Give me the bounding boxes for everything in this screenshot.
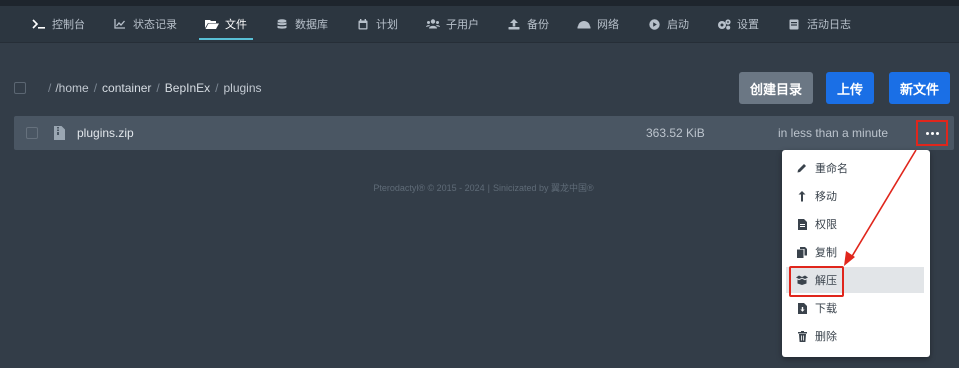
nav-item-schedules[interactable]: 计划 — [342, 6, 412, 42]
nav-item-label: 活动日志 — [807, 19, 851, 31]
breadcrumb-home[interactable]: /home — [55, 81, 88, 95]
file-options-button[interactable] — [916, 120, 948, 146]
nav-item-label: 子用户 — [446, 19, 479, 31]
chart-line-icon — [113, 18, 127, 30]
breadcrumb-separator: / — [93, 81, 98, 95]
nav-item-databases[interactable]: 数据库 — [261, 6, 342, 42]
upload-icon — [507, 18, 521, 30]
breadcrumb-plugins: plugins — [223, 81, 262, 95]
cogs-icon — [717, 18, 731, 30]
nav-item-label: 状态记录 — [133, 19, 177, 31]
nav-item-label: 控制台 — [52, 19, 85, 31]
menu-item-label: 权限 — [815, 219, 837, 231]
nav-item-label: 文件 — [225, 19, 247, 31]
create-directory-button[interactable]: 创建目录 — [739, 72, 813, 104]
nav-item-stats[interactable]: 状态记录 — [99, 6, 191, 42]
file-toolbar: / /home / container / BepInEx / plugins … — [14, 72, 954, 104]
menu-item-label: 重命名 — [815, 163, 848, 175]
nav-item-backups[interactable]: 备份 — [493, 6, 563, 42]
nav-item-label: 启动 — [667, 19, 689, 31]
nav-item-console[interactable]: 控制台 — [18, 6, 99, 42]
level-up-icon — [796, 190, 808, 202]
new-file-button[interactable]: 新文件 — [889, 72, 950, 104]
database-icon — [275, 18, 289, 30]
pencil-icon — [796, 162, 808, 174]
file-modified: in less than a minute — [778, 126, 889, 140]
calendar-icon — [356, 18, 370, 30]
menu-item-copy[interactable]: 复制 — [786, 239, 924, 265]
menu-item-label: 移动 — [815, 191, 837, 203]
annotation-highlight-box — [789, 266, 844, 297]
nav-item-network[interactable]: 网络 — [563, 6, 633, 42]
play-circle-icon — [647, 18, 661, 30]
breadcrumb-container[interactable]: container — [102, 81, 151, 95]
menu-item-move[interactable]: 移动 — [786, 183, 924, 209]
nav-item-settings[interactable]: 设置 — [703, 6, 773, 42]
users-icon — [426, 18, 440, 30]
file-archive-icon — [54, 126, 65, 140]
log-icon — [787, 18, 801, 30]
file-select-checkbox[interactable] — [26, 127, 38, 139]
ellipsis-icon — [925, 131, 939, 135]
nav-item-label: 备份 — [527, 19, 549, 31]
footer-copyright: Pterodactyl® © 2015 - 2024 — [373, 183, 485, 193]
menu-item-download[interactable]: 下载 — [786, 295, 924, 321]
nav-item-label: 网络 — [597, 19, 619, 31]
nav-item-startup[interactable]: 启动 — [633, 6, 703, 42]
server-nav-bar: 控制台 状态记录 文件 数据库 计划 子用户 备份 网络 启动 设置 活动日志 — [0, 6, 959, 42]
nav-item-label: 计划 — [376, 19, 398, 31]
menu-item-label: 复制 — [815, 247, 837, 259]
breadcrumb: / /home / container / BepInEx / plugins — [48, 81, 262, 95]
menu-item-label: 下载 — [815, 303, 837, 315]
file-size: 363.52 KiB — [646, 126, 705, 140]
footer-sinicization: Sinicizated by 翼龙中国® — [493, 183, 594, 193]
terminal-icon — [32, 18, 46, 30]
file-row[interactable]: plugins.zip 363.52 KiB in less than a mi… — [14, 116, 954, 150]
breadcrumb-separator: / — [48, 81, 52, 95]
breadcrumb-separator: / — [156, 81, 160, 95]
menu-item-rename[interactable]: 重命名 — [786, 155, 924, 181]
breadcrumb-bepinex[interactable]: BepInEx — [165, 81, 210, 95]
network-icon — [577, 18, 591, 30]
nav-divider — [0, 42, 959, 43]
copy-icon — [796, 246, 808, 258]
trash-icon — [796, 330, 808, 342]
menu-item-permissions[interactable]: 权限 — [786, 211, 924, 237]
nav-item-label: 设置 — [737, 19, 759, 31]
folder-open-icon — [205, 18, 219, 30]
breadcrumb-separator: / — [215, 81, 219, 95]
file-icon — [796, 218, 808, 230]
menu-item-label: 删除 — [815, 331, 837, 343]
nav-item-subusers[interactable]: 子用户 — [412, 6, 493, 42]
file-download-icon — [796, 302, 808, 314]
nav-item-label: 数据库 — [295, 19, 328, 31]
file-context-menu: 重命名 移动 权限 复制 解压 下载 删除 — [782, 150, 930, 357]
nav-item-files[interactable]: 文件 — [191, 6, 261, 42]
nav-item-activity[interactable]: 活动日志 — [773, 6, 865, 42]
upload-button[interactable]: 上传 — [826, 72, 874, 104]
select-all-checkbox[interactable] — [14, 82, 26, 94]
menu-item-delete[interactable]: 删除 — [786, 323, 924, 349]
file-name[interactable]: plugins.zip — [77, 126, 134, 140]
footer-separator: | — [487, 183, 490, 193]
